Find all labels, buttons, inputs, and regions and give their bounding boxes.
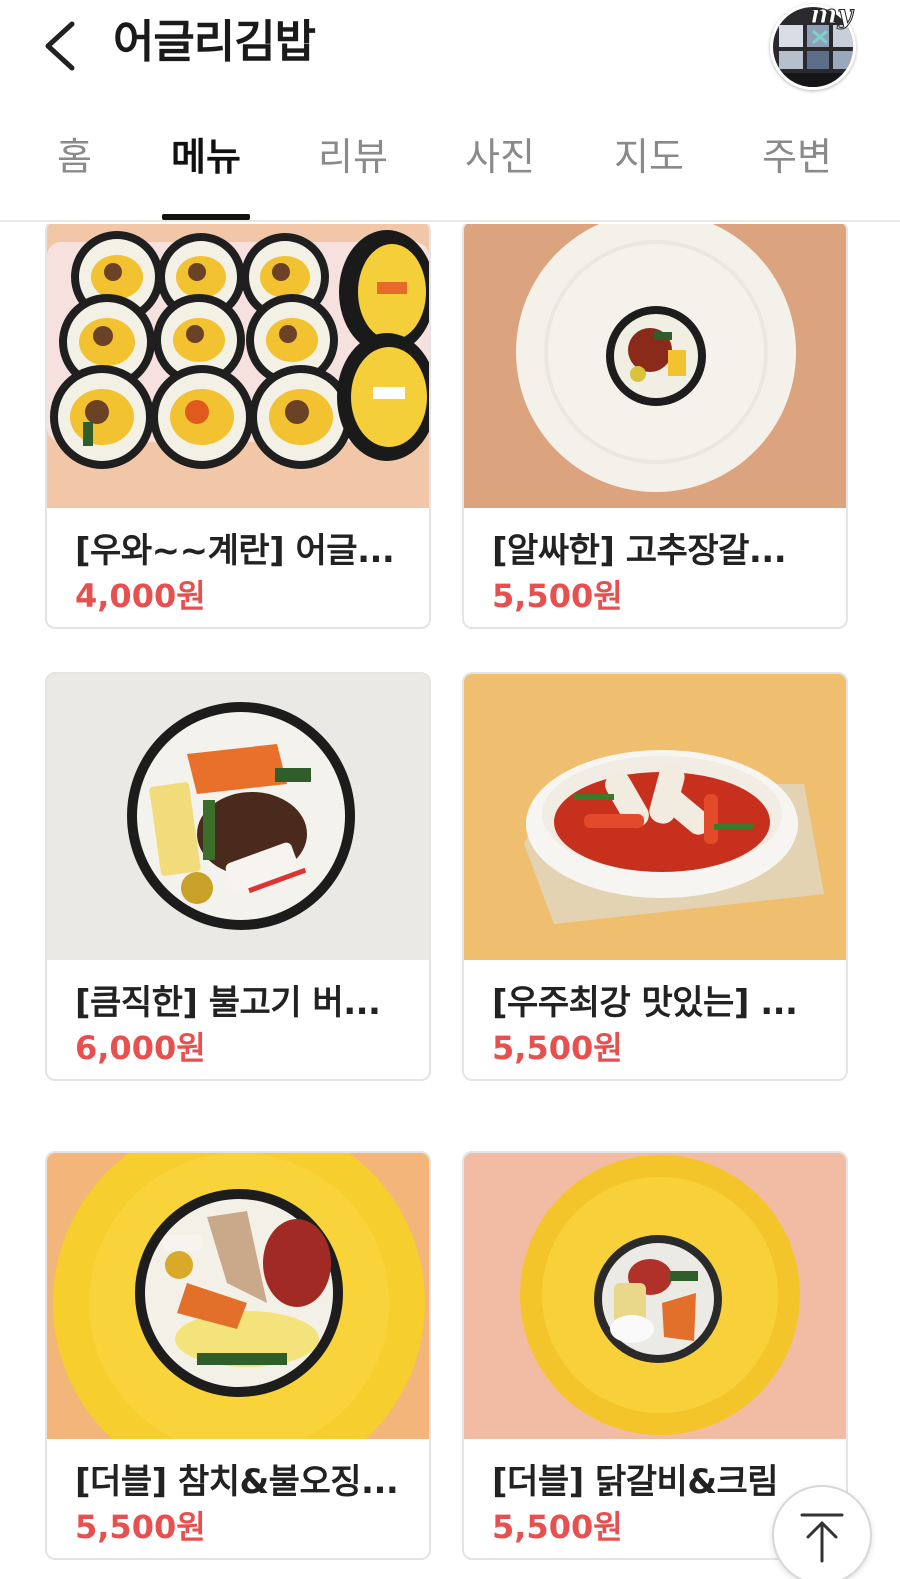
- menu-item[interactable]: [더블] 참치&불오징... 5,500원: [45, 1151, 431, 1560]
- tab-reviews[interactable]: 리뷰: [318, 132, 388, 182]
- menu-item-price: 6,000원: [75, 1029, 206, 1067]
- menu-item-price: 5,500원: [492, 1029, 623, 1067]
- tab-photos[interactable]: 사진: [465, 132, 535, 182]
- menu-item[interactable]: [우주최강 맛있는] ... 5,500원: [462, 672, 848, 1081]
- menu-item-photo: [47, 674, 429, 960]
- menu-item-photo: [464, 1153, 846, 1439]
- chevron-left-icon: [45, 21, 75, 71]
- tab-map[interactable]: 지도: [614, 132, 684, 182]
- menu-item-name: [우와~~계란] 어글...: [75, 531, 395, 571]
- back-button[interactable]: [38, 18, 88, 74]
- arrow-up-icon: [800, 1513, 844, 1563]
- active-tab-indicator: [162, 214, 250, 220]
- menu-item-price: 5,500원: [75, 1508, 206, 1546]
- menu-item-photo: [47, 1153, 429, 1439]
- menu-item-price: 4,000원: [75, 577, 206, 615]
- menu-item-photo: [47, 224, 429, 508]
- scroll-to-top-button[interactable]: [772, 1485, 872, 1579]
- menu-grid: [우와~~계란] 어글... 4,000원 [알싸한] 고추장갈... 5,50…: [0, 224, 900, 1579]
- tab-menu[interactable]: 메뉴: [171, 132, 241, 182]
- menu-item-name: [큼직한] 불고기 버...: [75, 983, 381, 1023]
- menu-item-name: [알싸한] 고추장갈...: [492, 531, 787, 571]
- menu-item-price: 5,500원: [492, 577, 623, 615]
- tab-nearby[interactable]: 주변: [762, 132, 832, 182]
- avatar-badge-text: my: [810, 0, 854, 31]
- tab-home[interactable]: 홈: [57, 132, 92, 182]
- tab-bar: 홈 메뉴 리뷰 사진 지도 주변: [0, 110, 900, 222]
- menu-item[interactable]: [큼직한] 불고기 버... 6,000원: [45, 672, 431, 1081]
- menu-item-photo: [464, 224, 846, 508]
- menu-item-photo: [464, 674, 846, 960]
- menu-item-name: [더블] 참치&불오징...: [75, 1462, 399, 1502]
- top-bar: 어글리김밥 my: [0, 0, 900, 96]
- menu-item-price: 5,500원: [492, 1508, 623, 1546]
- menu-item[interactable]: [우와~~계란] 어글... 4,000원: [45, 224, 431, 629]
- menu-item-name: [우주최강 맛있는] ...: [492, 983, 798, 1023]
- menu-item[interactable]: [알싸한] 고추장갈... 5,500원: [462, 224, 848, 629]
- page-title: 어글리김밥: [113, 15, 316, 68]
